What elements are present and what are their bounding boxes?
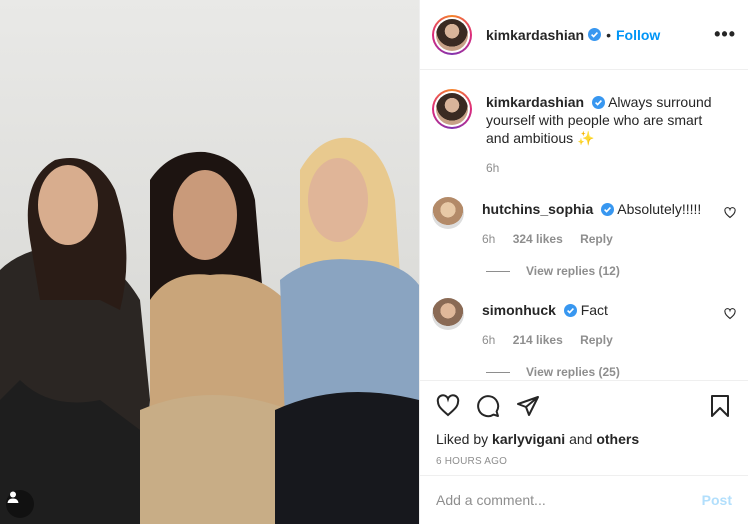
- share-paper-plane-icon[interactable]: [516, 394, 540, 418]
- comment-likes[interactable]: 214 likes: [513, 333, 563, 347]
- comment-item: simonhuck Fact 6h 214 likes Reply: [432, 298, 736, 349]
- author-avatar[interactable]: [432, 14, 472, 55]
- caption-time[interactable]: 6h: [486, 161, 499, 175]
- comment-time[interactable]: 6h: [482, 333, 495, 347]
- add-comment-input[interactable]: [436, 492, 702, 508]
- liked-by: Liked by karlyvigani and others: [436, 431, 732, 447]
- like-heart-icon[interactable]: [436, 394, 460, 418]
- photo-illustration: [0, 137, 419, 524]
- tagged-users-icon[interactable]: [6, 490, 34, 518]
- liked-by-prefix: Liked by: [436, 431, 489, 447]
- like-comment-heart-icon[interactable]: [724, 308, 736, 320]
- reply-button[interactable]: Reply: [580, 333, 613, 347]
- comment-time[interactable]: 6h: [482, 232, 495, 246]
- comment-text: Absolutely!!!!!: [617, 201, 702, 217]
- reply-button[interactable]: Reply: [580, 232, 613, 246]
- more-options-button[interactable]: •••: [714, 24, 736, 45]
- post-actions: Liked by karlyvigani and others 6 HOURS …: [420, 380, 748, 467]
- save-bookmark-icon[interactable]: [708, 394, 732, 418]
- instagram-post-modal: kimkardashian • Follow ••• kimkardashian…: [0, 0, 748, 524]
- replies-divider: [486, 371, 510, 373]
- view-replies-label[interactable]: View replies (12): [526, 264, 620, 278]
- caption: kimkardashian Always surround yourself w…: [432, 89, 736, 177]
- comment-likes[interactable]: 324 likes: [513, 232, 563, 246]
- liked-by-others[interactable]: others: [596, 431, 639, 447]
- comment-composer: Post: [420, 475, 748, 524]
- post-timestamp[interactable]: 6 HOURS AGO: [436, 456, 732, 467]
- comment-item: hutchins_sophia Absolutely!!!!! 6h 324 l…: [432, 197, 736, 248]
- comment-bubble-icon[interactable]: [476, 394, 500, 418]
- like-comment-heart-icon[interactable]: [724, 207, 736, 219]
- verified-badge-icon: [563, 304, 577, 317]
- comment-username[interactable]: simonhuck: [482, 302, 556, 318]
- comment-text: Fact: [580, 302, 608, 318]
- view-replies-button[interactable]: View replies (25): [486, 365, 736, 379]
- verified-badge-icon: [588, 28, 602, 41]
- post-comment-button[interactable]: Post: [702, 492, 732, 508]
- verified-badge-icon: [601, 203, 615, 216]
- view-replies-label[interactable]: View replies (25): [526, 365, 620, 379]
- liked-by-user[interactable]: karlyvigani: [492, 431, 565, 447]
- verified-badge-icon: [591, 96, 605, 109]
- comment-username[interactable]: hutchins_sophia: [482, 201, 593, 217]
- commenter-avatar[interactable]: [432, 298, 464, 330]
- caption-username[interactable]: kimkardashian: [486, 94, 584, 110]
- separator-dot: •: [606, 26, 611, 43]
- post-header: kimkardashian • Follow •••: [420, 0, 748, 70]
- comments-list[interactable]: kimkardashian Always surround yourself w…: [420, 71, 748, 380]
- replies-divider: [486, 270, 510, 272]
- view-replies-button[interactable]: View replies (12): [486, 264, 736, 278]
- commenter-avatar[interactable]: [432, 197, 464, 229]
- liked-by-and: and: [569, 431, 593, 447]
- caption-avatar[interactable]: [432, 89, 472, 129]
- sparkles-emoji: ✨: [577, 130, 595, 146]
- post-photo[interactable]: [0, 0, 419, 524]
- post-sidebar: kimkardashian • Follow ••• kimkardashian…: [419, 0, 748, 524]
- author-username[interactable]: kimkardashian: [486, 27, 584, 43]
- follow-button[interactable]: Follow: [616, 27, 660, 43]
